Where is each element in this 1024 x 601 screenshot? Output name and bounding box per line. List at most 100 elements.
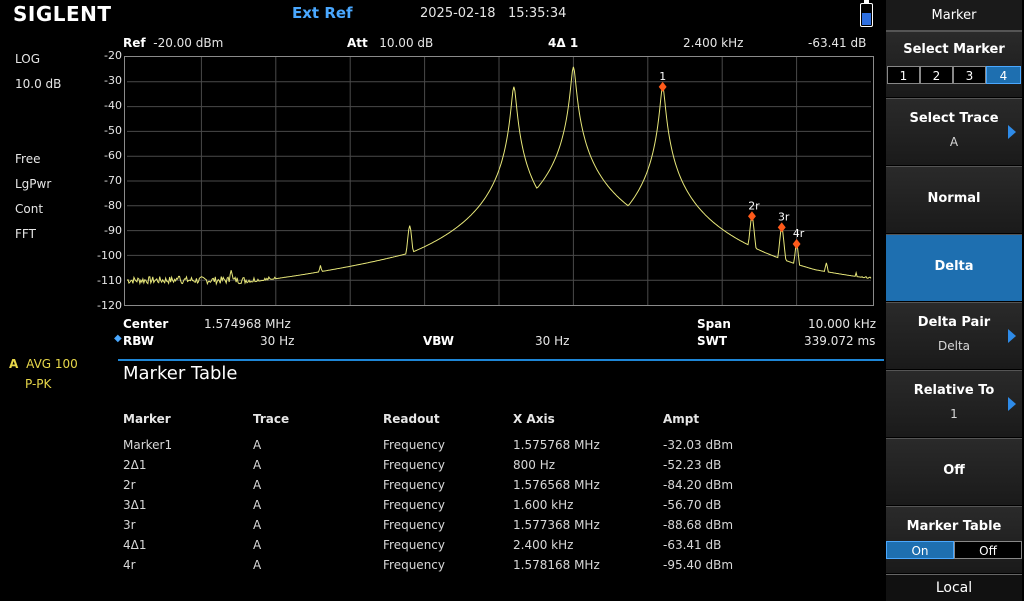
cell-trace: A xyxy=(253,498,262,512)
span-value[interactable]: 10.000 kHz xyxy=(808,317,876,331)
y-tick-label: -30 xyxy=(104,74,122,87)
cell-ampt: -32.03 dBm xyxy=(663,438,734,452)
date-time: 2025-02-18 15:35:34 xyxy=(420,6,566,21)
active-marker-label: 4Δ 1 xyxy=(548,36,579,50)
cell-ampt: -63.41 dB xyxy=(663,538,722,552)
cell-ampt: -84.20 dBm xyxy=(663,478,734,492)
marker-group: 1 2r 3r4r xyxy=(658,70,805,249)
center-value[interactable]: 1.574968 MHz xyxy=(204,317,291,331)
span-label: Span xyxy=(697,317,731,331)
relative-to-label: Relative To xyxy=(913,383,995,398)
cell-trace: A xyxy=(253,438,262,452)
attenuation[interactable]: Att 10.00 dB xyxy=(347,36,433,50)
off-key[interactable]: Off xyxy=(886,438,1022,505)
select-trace-label: Select Trace xyxy=(909,111,999,126)
col-ampt: Ampt xyxy=(663,412,700,426)
marker-table-on[interactable]: On xyxy=(886,541,954,559)
brand-logo: SIGLENT xyxy=(13,2,112,26)
marker-table-off[interactable]: Off xyxy=(954,541,1022,559)
plot-grid xyxy=(126,57,871,305)
marker-option-4[interactable]: 4 xyxy=(986,66,1021,84)
chevron-right-icon xyxy=(1008,125,1016,139)
y-tick-label: -70 xyxy=(104,174,122,187)
cell-x-axis: 1.576568 MHz xyxy=(513,478,600,492)
spectrum-plot[interactable]: 1 2r 3r4r xyxy=(124,56,874,306)
scale-type: LOG xyxy=(15,52,41,66)
normal-label: Normal xyxy=(927,191,981,206)
y-tick-label: -100 xyxy=(97,249,122,262)
ref-level[interactable]: Ref -20.00 dBm xyxy=(123,36,223,50)
cell-marker: Marker1 xyxy=(123,438,173,452)
cell-trace: A xyxy=(253,518,262,532)
relative-to-key[interactable]: Relative To 1 xyxy=(886,370,1022,437)
sweep-type: FFT xyxy=(15,227,36,241)
y-tick-label: -80 xyxy=(104,199,122,212)
trace-letter: A xyxy=(9,357,19,371)
delta-key[interactable]: Delta xyxy=(886,234,1022,301)
rbw-value[interactable]: 30 Hz xyxy=(260,334,294,348)
cell-trace: A xyxy=(253,558,262,572)
cell-ampt: -95.40 dBm xyxy=(663,558,734,572)
delta-label: Delta xyxy=(934,259,974,274)
cell-x-axis: 1.575768 MHz xyxy=(513,438,600,452)
y-tick-label: -40 xyxy=(104,99,122,112)
marker-option-3[interactable]: 3 xyxy=(953,66,986,84)
marker-diamond-icon[interactable] xyxy=(658,81,667,92)
delta-pair-key[interactable]: Delta Pair Delta xyxy=(886,302,1022,369)
cell-x-axis: 1.600 kHz xyxy=(513,498,574,512)
cell-trace: A xyxy=(253,458,262,472)
marker-label: 2r xyxy=(748,199,760,212)
cell-ampt: -56.70 dB xyxy=(663,498,722,512)
date-text: 2025-02-18 xyxy=(420,6,496,21)
relative-to-value: 1 xyxy=(950,407,958,421)
cell-marker: 3r xyxy=(123,518,136,532)
trace-avg: AVG 100 xyxy=(26,357,78,371)
cell-marker: 3Δ1 xyxy=(123,498,147,512)
y-tick-label: -50 xyxy=(104,124,122,137)
center-label: Center xyxy=(123,317,169,331)
cell-trace: A xyxy=(253,478,262,492)
swt-value[interactable]: 339.072 ms xyxy=(804,334,875,348)
cell-readout: Frequency xyxy=(383,498,445,512)
cell-ampt: -88.68 dBm xyxy=(663,518,734,532)
y-tick-label: -120 xyxy=(97,299,122,312)
col-trace: Trace xyxy=(253,412,290,426)
marker-option-2[interactable]: 2 xyxy=(920,66,953,84)
select-marker-key[interactable]: Select Marker 1 2 3 4 xyxy=(886,31,1022,97)
select-marker-label: Select Marker xyxy=(903,42,1005,57)
scale-div: 10.0 dB xyxy=(15,77,62,91)
cell-x-axis: 1.578168 MHz xyxy=(513,558,600,572)
delta-pair-label: Delta Pair xyxy=(917,315,991,330)
ref-label: Ref xyxy=(123,36,146,50)
marker-option-1[interactable]: 1 xyxy=(887,66,920,84)
local-button[interactable]: Local xyxy=(886,574,1022,601)
cell-trace: A xyxy=(253,538,262,552)
cell-readout: Frequency xyxy=(383,458,445,472)
marker-table-key-label: Marker Table xyxy=(906,519,1002,534)
marker-diamond-icon[interactable] xyxy=(747,211,756,222)
status-bar: SIGLENT Ext Ref 2025-02-18 15:35:34 xyxy=(0,0,884,30)
cell-marker: 4Δ1 xyxy=(123,538,147,552)
marker-label: 3r xyxy=(778,210,790,223)
y-tick-label: -20 xyxy=(104,49,122,62)
select-trace-value: A xyxy=(949,135,959,149)
battery-icon xyxy=(860,0,873,27)
cell-x-axis: 1.577368 MHz xyxy=(513,518,600,532)
col-readout: Readout xyxy=(383,412,440,426)
cell-readout: Frequency xyxy=(383,518,445,532)
normal-key[interactable]: Normal xyxy=(886,166,1022,233)
marker-table-key[interactable]: Marker Table On Off xyxy=(886,506,1022,573)
marker-diamond-icon[interactable] xyxy=(792,239,801,249)
vbw-value[interactable]: 30 Hz xyxy=(535,334,569,348)
att-label: Att xyxy=(347,36,368,50)
col-marker: Marker xyxy=(123,412,171,426)
detector-mode: LgPwr xyxy=(15,177,52,191)
cell-readout: Frequency xyxy=(383,478,445,492)
cell-readout: Frequency xyxy=(383,558,445,572)
trace-indicator[interactable]: A AVG 100 xyxy=(9,357,78,371)
cell-ampt: -52.23 dB xyxy=(663,458,722,472)
off-label: Off xyxy=(943,463,965,478)
y-tick-label: -110 xyxy=(97,274,122,287)
ref-value: -20.00 dBm xyxy=(153,36,224,50)
select-trace-key[interactable]: Select Trace A xyxy=(886,98,1022,165)
